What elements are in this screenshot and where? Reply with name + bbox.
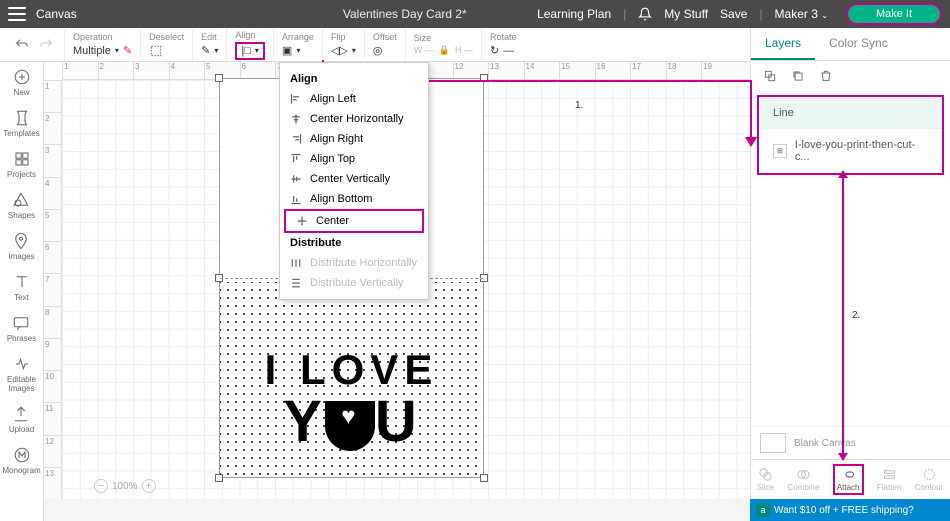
layer-action-bar: Slice Combine Attach Flatten Contour <box>750 459 950 499</box>
sidebar-item-images[interactable]: Images <box>8 232 34 261</box>
my-stuff-link[interactable]: My Stuff <box>664 7 708 21</box>
access-icon: a <box>756 503 770 517</box>
heart-icon: ♥ <box>341 403 358 430</box>
distribute-v-item: Distribute Vertically <box>280 273 428 293</box>
sidebar-item-monogram[interactable]: Monogram <box>2 446 40 475</box>
center-item[interactable]: Center <box>284 209 424 233</box>
layer-tools <box>751 61 950 91</box>
make-it-button[interactable]: Make It <box>846 3 942 25</box>
align-left-item[interactable]: Align Left <box>280 89 428 109</box>
zoom-control[interactable]: − 100% + <box>94 479 156 493</box>
sidebar-item-upload[interactable]: Upload <box>9 405 34 434</box>
flip-tool[interactable]: Flip ◁▷▾ <box>322 28 364 61</box>
layer-group-selected[interactable]: Line ⊞ I-love-you-print-then-cut-c... <box>757 95 944 175</box>
deselect-tool[interactable]: Deselect <box>140 28 192 61</box>
tab-color-sync[interactable]: Color Sync <box>815 28 902 60</box>
combine-button: Combine <box>787 467 819 492</box>
duplicate-icon[interactable] <box>791 69 805 83</box>
layer-line[interactable]: Line <box>759 97 942 129</box>
rotate-icon: ↻ <box>490 44 499 57</box>
align-tool[interactable]: Align |□▾ <box>226 28 273 61</box>
learning-plan-link[interactable]: Learning Plan <box>537 7 611 21</box>
sidebar-item-projects[interactable]: Projects <box>7 150 36 179</box>
sidebar-item-new[interactable]: New <box>13 68 31 97</box>
resize-handle[interactable] <box>215 74 223 82</box>
edit-pencil-icon: ✎ <box>201 44 210 57</box>
flatten-button: Flatten <box>877 467 901 492</box>
distribute-header: Distribute <box>280 233 428 253</box>
i-love-you-art[interactable]: I LOVE Y♥U <box>220 349 483 451</box>
size-tool[interactable]: Size W — 🔒 H — <box>405 28 481 61</box>
left-sidebar: New Templates Projects Shapes Images Tex… <box>0 62 44 521</box>
sidebar-item-text[interactable]: Text <box>13 273 31 302</box>
attach-button[interactable]: Attach <box>833 464 864 495</box>
document-title[interactable]: Valentines Day Card 2* <box>273 7 538 21</box>
menu-icon[interactable] <box>8 7 26 21</box>
align-top-item[interactable]: Align Top <box>280 149 428 169</box>
contour-button: Contour <box>915 467 943 492</box>
sidebar-item-shapes[interactable]: Shapes <box>8 191 35 220</box>
app-titlebar: Canvas Valentines Day Card 2* Learning P… <box>0 0 950 28</box>
save-link[interactable]: Save <box>720 7 747 21</box>
tab-layers[interactable]: Layers <box>751 28 815 60</box>
group-icon[interactable] <box>763 69 777 83</box>
bell-icon[interactable] <box>638 7 652 21</box>
distribute-h-item: Distribute Horizontally <box>280 253 428 273</box>
zoom-out-icon: − <box>94 479 108 493</box>
sidebar-item-templates[interactable]: Templates <box>3 109 39 138</box>
machine-selector[interactable]: Maker 3 ⌄ <box>775 7 828 21</box>
flip-icon: ◁▷ <box>331 44 348 57</box>
blank-thumb-icon <box>760 433 786 453</box>
layer-i-love-you[interactable]: ⊞ I-love-you-print-then-cut-c... <box>759 129 942 173</box>
offset-icon: ◎ <box>373 44 383 57</box>
align-dropdown-menu: Align Align Left Center Horizontally Ali… <box>279 62 429 300</box>
align-header: Align <box>280 69 428 89</box>
align-right-item[interactable]: Align Right <box>280 129 428 149</box>
arrange-tool[interactable]: Arrange ▣▾ <box>273 28 322 61</box>
annotation-label-1: 1. <box>575 100 583 111</box>
sidebar-item-phrases[interactable]: Phrases <box>7 314 36 343</box>
resize-handle[interactable] <box>480 74 488 82</box>
annotation-label-2: 2. <box>852 310 860 321</box>
redo-icon[interactable] <box>38 37 54 53</box>
edit-tool[interactable]: Edit ✎▾ <box>192 28 226 61</box>
ruler-vertical: 12345678910111213 <box>44 80 62 499</box>
promo-banner[interactable]: a Want $10 off + FREE shipping? <box>750 499 950 521</box>
zoom-in-icon: + <box>142 479 156 493</box>
offset-tool[interactable]: Offset ◎ <box>364 28 405 61</box>
operation-tool[interactable]: Operation Multiple ▾ ✎ <box>64 28 140 61</box>
blank-canvas-row[interactable]: Blank Canvas <box>750 426 950 459</box>
undo-icon[interactable] <box>14 37 30 53</box>
slice-button: Slice <box>757 467 774 492</box>
align-icon: |□ <box>241 45 251 57</box>
pencil-icon: ✎ <box>123 44 132 57</box>
sidebar-item-editable-images[interactable]: Editable Images <box>0 355 43 393</box>
center-horizontally-item[interactable]: Center Horizontally <box>280 109 428 129</box>
align-bottom-item[interactable]: Align Bottom <box>280 189 428 209</box>
delete-icon[interactable] <box>819 69 833 83</box>
canvas-area[interactable]: 12345678910111213141516171819 1234567891… <box>44 62 750 499</box>
center-vertically-item[interactable]: Center Vertically <box>280 169 428 189</box>
arrange-icon: ▣ <box>282 44 292 57</box>
app-name: Canvas <box>36 7 77 21</box>
rotate-tool[interactable]: Rotate ↻ — <box>481 28 525 61</box>
layer-thumb-icon: ⊞ <box>773 144 787 158</box>
